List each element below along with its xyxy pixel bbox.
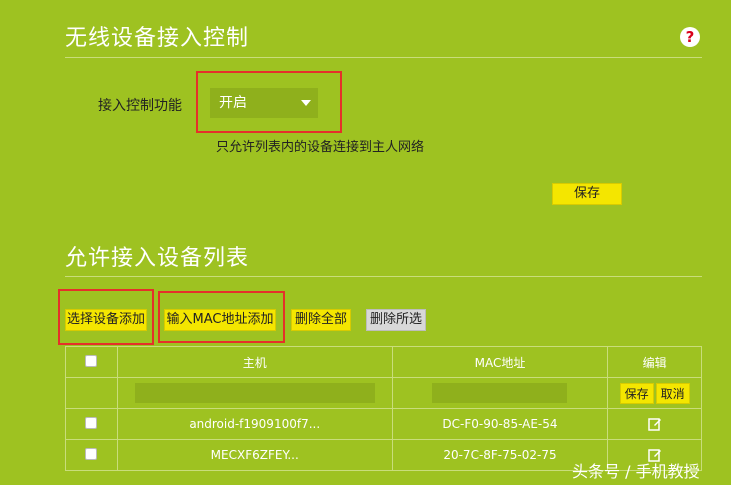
mac-input[interactable] bbox=[432, 383, 568, 403]
header-mac: MAC地址 bbox=[391, 346, 609, 378]
table-edit-row: 保存 取消 bbox=[65, 377, 702, 409]
save-button[interactable]: 保存 bbox=[552, 183, 622, 205]
row-host: MECXF6ZFEY... bbox=[116, 439, 393, 471]
table-header-row: 主机 MAC地址 编辑 bbox=[65, 346, 702, 378]
section-divider bbox=[65, 276, 702, 277]
host-input[interactable] bbox=[134, 383, 375, 403]
row-mac: DC-F0-90-85-AE-54 bbox=[391, 408, 609, 440]
highlight-box-input-mac bbox=[158, 291, 285, 343]
access-control-feature-label: 接入控制功能 bbox=[98, 98, 182, 114]
row-host: android-f1909100f7... bbox=[116, 408, 393, 440]
highlight-box-select bbox=[196, 71, 342, 133]
header-host: 主机 bbox=[116, 346, 393, 378]
section-divider bbox=[65, 57, 702, 58]
row-checkbox[interactable] bbox=[85, 416, 98, 429]
edit-icon[interactable] bbox=[647, 417, 662, 431]
row-checkbox[interactable] bbox=[85, 447, 98, 460]
allowed-list-title: 允许接入设备列表 bbox=[65, 246, 250, 271]
table-row: android-f1909100f7... DC-F0-90-85-AE-54 bbox=[65, 408, 702, 440]
select-all-checkbox[interactable] bbox=[85, 354, 98, 367]
watermark: 头条号 / 手机教授 bbox=[572, 462, 700, 481]
row-save-button[interactable]: 保存 bbox=[619, 382, 654, 404]
row-cancel-button[interactable]: 取消 bbox=[655, 382, 690, 404]
access-control-title: 无线设备接入控制 bbox=[65, 26, 250, 51]
access-control-hint: 只允许列表内的设备连接到主人网络 bbox=[216, 140, 425, 155]
question-mark-icon[interactable]: ? bbox=[680, 27, 700, 47]
highlight-box-select-device bbox=[58, 289, 154, 345]
select-all-cell bbox=[65, 346, 118, 378]
delete-all-button[interactable]: 删除全部 bbox=[291, 309, 351, 331]
delete-selected-button[interactable]: 删除所选 bbox=[366, 309, 426, 331]
header-edit: 编辑 bbox=[607, 346, 702, 378]
device-table: 主机 MAC地址 编辑 保存 取消 android-f1909100f7... D… bbox=[65, 346, 702, 471]
